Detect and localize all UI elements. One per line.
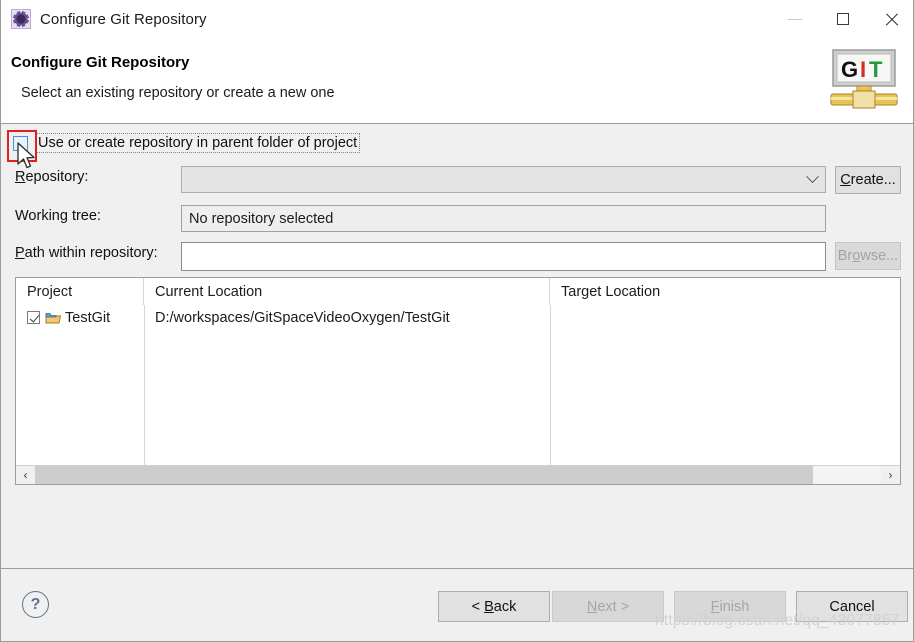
dialog-body: Use or create repository in parent folde… xyxy=(1,125,913,568)
horizontal-scrollbar[interactable]: ‹ › xyxy=(16,465,900,484)
cell-current-location[interactable]: D:/workspaces/GitSpaceVideoOxygen/TestGi… xyxy=(144,305,550,330)
table-body: TestGit D:/workspaces/GitSpaceVideoOxyge… xyxy=(16,305,900,330)
scrollbar-thumb[interactable] xyxy=(35,466,814,484)
scroll-right-icon[interactable]: › xyxy=(881,466,900,484)
create-button-label: Create... xyxy=(840,172,896,188)
finish-button[interactable]: Finish xyxy=(674,591,786,622)
scroll-left-icon[interactable]: ‹ xyxy=(16,466,35,484)
column-header-target-location[interactable]: Target Location xyxy=(550,278,900,305)
repository-label: Repository: xyxy=(15,169,88,185)
next-button-label: Next > xyxy=(586,598,630,615)
page-subtitle: Select an existing repository or create … xyxy=(21,85,335,101)
minimize-button[interactable] xyxy=(771,0,819,38)
title-bar: Configure Git Repository xyxy=(1,0,913,38)
window-title: Configure Git Repository xyxy=(40,10,207,28)
close-button[interactable] xyxy=(867,0,913,38)
back-button[interactable]: < Back xyxy=(438,591,550,622)
path-mnemonic: P xyxy=(15,245,25,261)
browse-button-label: Browse... xyxy=(837,248,899,264)
scrollbar-track[interactable] xyxy=(35,466,881,484)
finish-button-label: Finish xyxy=(710,598,750,615)
column-divider xyxy=(144,305,145,484)
use-parent-folder-checkbox-row[interactable]: Use or create repository in parent folde… xyxy=(13,133,361,153)
path-within-repository-input[interactable] xyxy=(181,242,826,271)
repository-mnemonic: R xyxy=(15,169,26,185)
create-button[interactable]: Create... xyxy=(835,166,901,194)
browse-button[interactable]: Browse... xyxy=(835,242,901,270)
dialog-header: Configure Git Repository Select an exist… xyxy=(1,38,913,124)
use-parent-folder-label[interactable]: Use or create repository in parent folde… xyxy=(35,133,361,153)
next-button[interactable]: Next > xyxy=(552,591,664,622)
minimize-icon xyxy=(788,18,802,20)
git-logo-icon: G I T xyxy=(827,48,901,112)
path-label-rest: ath within repository: xyxy=(24,245,158,261)
svg-text:I: I xyxy=(860,57,866,82)
gear-icon xyxy=(11,9,31,29)
configure-git-repository-dialog: Configure Git Repository Configure Git R… xyxy=(0,0,914,642)
column-divider xyxy=(550,305,551,484)
column-header-current-location[interactable]: Current Location xyxy=(144,278,550,305)
chevron-down-icon xyxy=(806,170,819,184)
use-parent-folder-checkbox[interactable] xyxy=(13,135,28,151)
column-header-project[interactable]: Project xyxy=(16,278,144,305)
table-row[interactable]: TestGit D:/workspaces/GitSpaceVideoOxyge… xyxy=(16,305,900,330)
close-icon xyxy=(884,12,899,27)
help-icon[interactable]: ? xyxy=(22,591,49,618)
working-tree-value: No repository selected xyxy=(181,205,826,232)
svg-text:G: G xyxy=(841,57,858,82)
maximize-icon xyxy=(837,13,849,25)
maximize-button[interactable] xyxy=(819,0,867,38)
cell-target-location[interactable] xyxy=(550,305,900,330)
folder-icon xyxy=(45,311,62,325)
window-controls xyxy=(771,0,913,38)
cell-project[interactable]: TestGit xyxy=(16,305,144,330)
row-checkbox[interactable] xyxy=(27,311,40,324)
working-tree-label: Working tree: xyxy=(15,208,101,224)
cancel-button-label: Cancel xyxy=(829,598,875,615)
path-within-repository-label: Path within repository: xyxy=(15,245,158,261)
cancel-button[interactable]: Cancel xyxy=(796,591,908,622)
page-title: Configure Git Repository xyxy=(11,54,190,71)
projects-table: Project Current Location Target Location xyxy=(15,277,901,485)
cell-project-label: TestGit xyxy=(65,309,111,326)
dialog-footer: ? < Back Next > Finish Cancel xyxy=(1,568,913,641)
repository-label-rest: epository: xyxy=(25,169,89,185)
back-button-label: < Back xyxy=(471,598,517,615)
svg-text:T: T xyxy=(869,57,883,82)
repository-combo[interactable] xyxy=(181,166,826,193)
table-header-row: Project Current Location Target Location xyxy=(16,278,900,305)
